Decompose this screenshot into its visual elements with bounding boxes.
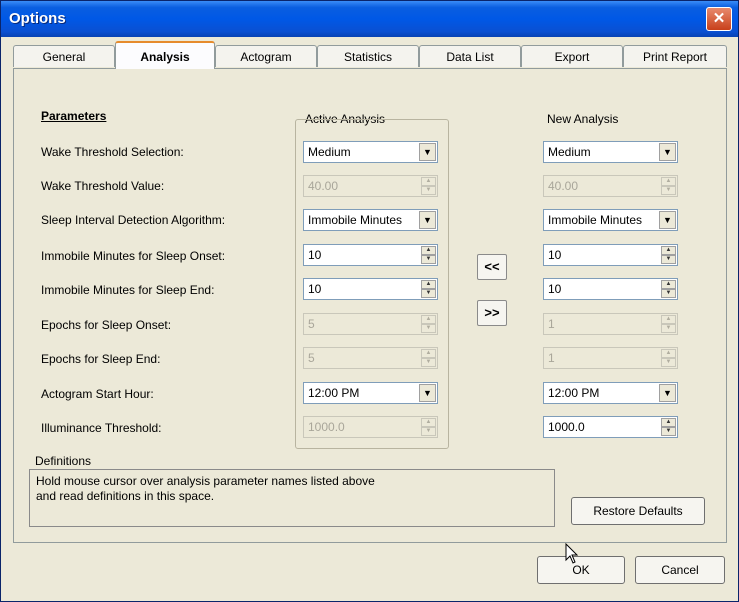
spinner-icon[interactable]: ▲ ▼ bbox=[661, 280, 676, 298]
active-wake-threshold-select[interactable]: Medium ▼ bbox=[303, 141, 438, 163]
tab-analysis[interactable]: Analysis bbox=[115, 41, 215, 69]
spinner-icon: ▲ ▼ bbox=[661, 315, 676, 333]
label-actogram-start-hour: Actogram Start Hour: bbox=[41, 387, 154, 401]
new-immobile-onset-field[interactable]: 10 ▲ ▼ bbox=[543, 244, 678, 266]
spinner-icon: ▲ ▼ bbox=[421, 177, 436, 195]
tab-statistics[interactable]: Statistics bbox=[317, 45, 419, 67]
active-actogram-start-text: 12:00 PM bbox=[308, 386, 360, 400]
chevron-down-icon[interactable]: ▼ bbox=[659, 384, 676, 402]
cancel-button[interactable]: Cancel bbox=[635, 556, 725, 584]
definitions-box: Hold mouse cursor over analysis paramete… bbox=[29, 469, 555, 527]
active-immobile-end-text: 10 bbox=[308, 282, 322, 296]
active-actogram-start-select[interactable]: 12:00 PM ▼ bbox=[303, 382, 438, 404]
chevron-down-icon[interactable]: ▼ bbox=[419, 211, 436, 229]
spinner-icon: ▲ ▼ bbox=[661, 177, 676, 195]
active-epochs-onset-text: 5 bbox=[308, 317, 315, 331]
new-actogram-start-select[interactable]: 12:00 PM ▼ bbox=[543, 382, 678, 404]
title-bar: Options ✕ bbox=[1, 1, 738, 37]
tab-data-list[interactable]: Data List bbox=[419, 45, 521, 67]
new-epochs-onset-field: 1 ▲ ▼ bbox=[543, 313, 678, 335]
close-icon[interactable]: ✕ bbox=[706, 7, 732, 31]
active-wake-threshold-value-text: Medium bbox=[308, 145, 351, 159]
label-illuminance-threshold: Illuminance Threshold: bbox=[41, 421, 162, 435]
definitions-line-1: Hold mouse cursor over analysis paramete… bbox=[36, 474, 375, 488]
active-immobile-end-field[interactable]: 10 ▲ ▼ bbox=[303, 278, 438, 300]
tab-export[interactable]: Export bbox=[521, 45, 623, 67]
parameters-heading: Parameters bbox=[41, 109, 107, 123]
restore-defaults-button[interactable]: Restore Defaults bbox=[571, 497, 705, 525]
new-wake-threshold-text: Medium bbox=[548, 145, 591, 159]
copy-to-active-button[interactable]: << bbox=[477, 254, 507, 280]
label-immobile-min-end: Immobile Minutes for Sleep End: bbox=[41, 283, 215, 297]
chevron-down-icon[interactable]: ▼ bbox=[659, 143, 676, 161]
new-illuminance-field[interactable]: 1000.0 ▲ ▼ bbox=[543, 416, 678, 438]
new-illuminance-text: 1000.0 bbox=[548, 420, 585, 434]
new-wake-threshold-select[interactable]: Medium ▼ bbox=[543, 141, 678, 163]
active-immobile-onset-text: 10 bbox=[308, 248, 322, 262]
label-immobile-min-onset: Immobile Minutes for Sleep Onset: bbox=[41, 249, 226, 263]
spinner-icon[interactable]: ▲ ▼ bbox=[661, 418, 676, 436]
new-sleep-algorithm-select[interactable]: Immobile Minutes ▼ bbox=[543, 209, 678, 231]
definitions-label: Definitions bbox=[35, 454, 92, 468]
new-epochs-end-field: 1 ▲ ▼ bbox=[543, 347, 678, 369]
label-wake-threshold-value: Wake Threshold Value: bbox=[41, 179, 165, 193]
new-immobile-end-field[interactable]: 10 ▲ ▼ bbox=[543, 278, 678, 300]
definitions-line-2: and read definitions in this space. bbox=[36, 489, 215, 503]
new-immobile-onset-text: 10 bbox=[548, 248, 562, 262]
spinner-icon[interactable]: ▲ ▼ bbox=[421, 246, 436, 264]
options-dialog: Options ✕ General Analysis Actogram Stat… bbox=[0, 0, 739, 602]
active-wake-threshold-number: 40.00 bbox=[308, 179, 339, 193]
new-actogram-start-text: 12:00 PM bbox=[548, 386, 600, 400]
chevron-down-icon[interactable]: ▼ bbox=[419, 384, 436, 402]
new-wake-threshold-value-field: 40.00 ▲ ▼ bbox=[543, 175, 678, 197]
active-sleep-algorithm-text: Immobile Minutes bbox=[308, 213, 403, 227]
active-epochs-end-text: 5 bbox=[308, 351, 315, 365]
active-illuminance-text: 1000.0 bbox=[308, 420, 345, 434]
ok-button[interactable]: OK bbox=[537, 556, 625, 584]
label-sleep-interval-algorithm: Sleep Interval Detection Algorithm: bbox=[41, 213, 226, 227]
spinner-icon: ▲ ▼ bbox=[421, 315, 436, 333]
window-title: Options bbox=[9, 10, 66, 27]
new-wake-threshold-number: 40.00 bbox=[548, 179, 579, 193]
spinner-icon: ▲ ▼ bbox=[421, 349, 436, 367]
spinner-icon: ▲ ▼ bbox=[661, 349, 676, 367]
chevron-down-icon[interactable]: ▼ bbox=[419, 143, 436, 161]
active-immobile-onset-field[interactable]: 10 ▲ ▼ bbox=[303, 244, 438, 266]
active-sleep-algorithm-select[interactable]: Immobile Minutes ▼ bbox=[303, 209, 438, 231]
active-epochs-end-field: 5 ▲ ▼ bbox=[303, 347, 438, 369]
spinner-icon: ▲ ▼ bbox=[421, 418, 436, 436]
label-wake-threshold-selection: Wake Threshold Selection: bbox=[41, 145, 184, 159]
active-wake-threshold-value-field: 40.00 ▲ ▼ bbox=[303, 175, 438, 197]
new-epochs-onset-text: 1 bbox=[548, 317, 555, 331]
copy-to-new-button[interactable]: >> bbox=[477, 300, 507, 326]
new-immobile-end-text: 10 bbox=[548, 282, 562, 296]
spinner-icon[interactable]: ▲ ▼ bbox=[421, 280, 436, 298]
tab-print-report[interactable]: Print Report bbox=[623, 45, 727, 67]
active-illuminance-field: 1000.0 ▲ ▼ bbox=[303, 416, 438, 438]
spinner-icon[interactable]: ▲ ▼ bbox=[661, 246, 676, 264]
label-epochs-onset: Epochs for Sleep Onset: bbox=[41, 318, 172, 332]
tab-actogram[interactable]: Actogram bbox=[215, 45, 317, 67]
tab-general[interactable]: General bbox=[13, 45, 115, 67]
new-epochs-end-text: 1 bbox=[548, 351, 555, 365]
mouse-cursor-icon bbox=[565, 543, 579, 564]
active-epochs-onset-field: 5 ▲ ▼ bbox=[303, 313, 438, 335]
new-sleep-algorithm-text: Immobile Minutes bbox=[548, 213, 643, 227]
label-epochs-end: Epochs for Sleep End: bbox=[41, 352, 161, 366]
chevron-down-icon[interactable]: ▼ bbox=[659, 211, 676, 229]
